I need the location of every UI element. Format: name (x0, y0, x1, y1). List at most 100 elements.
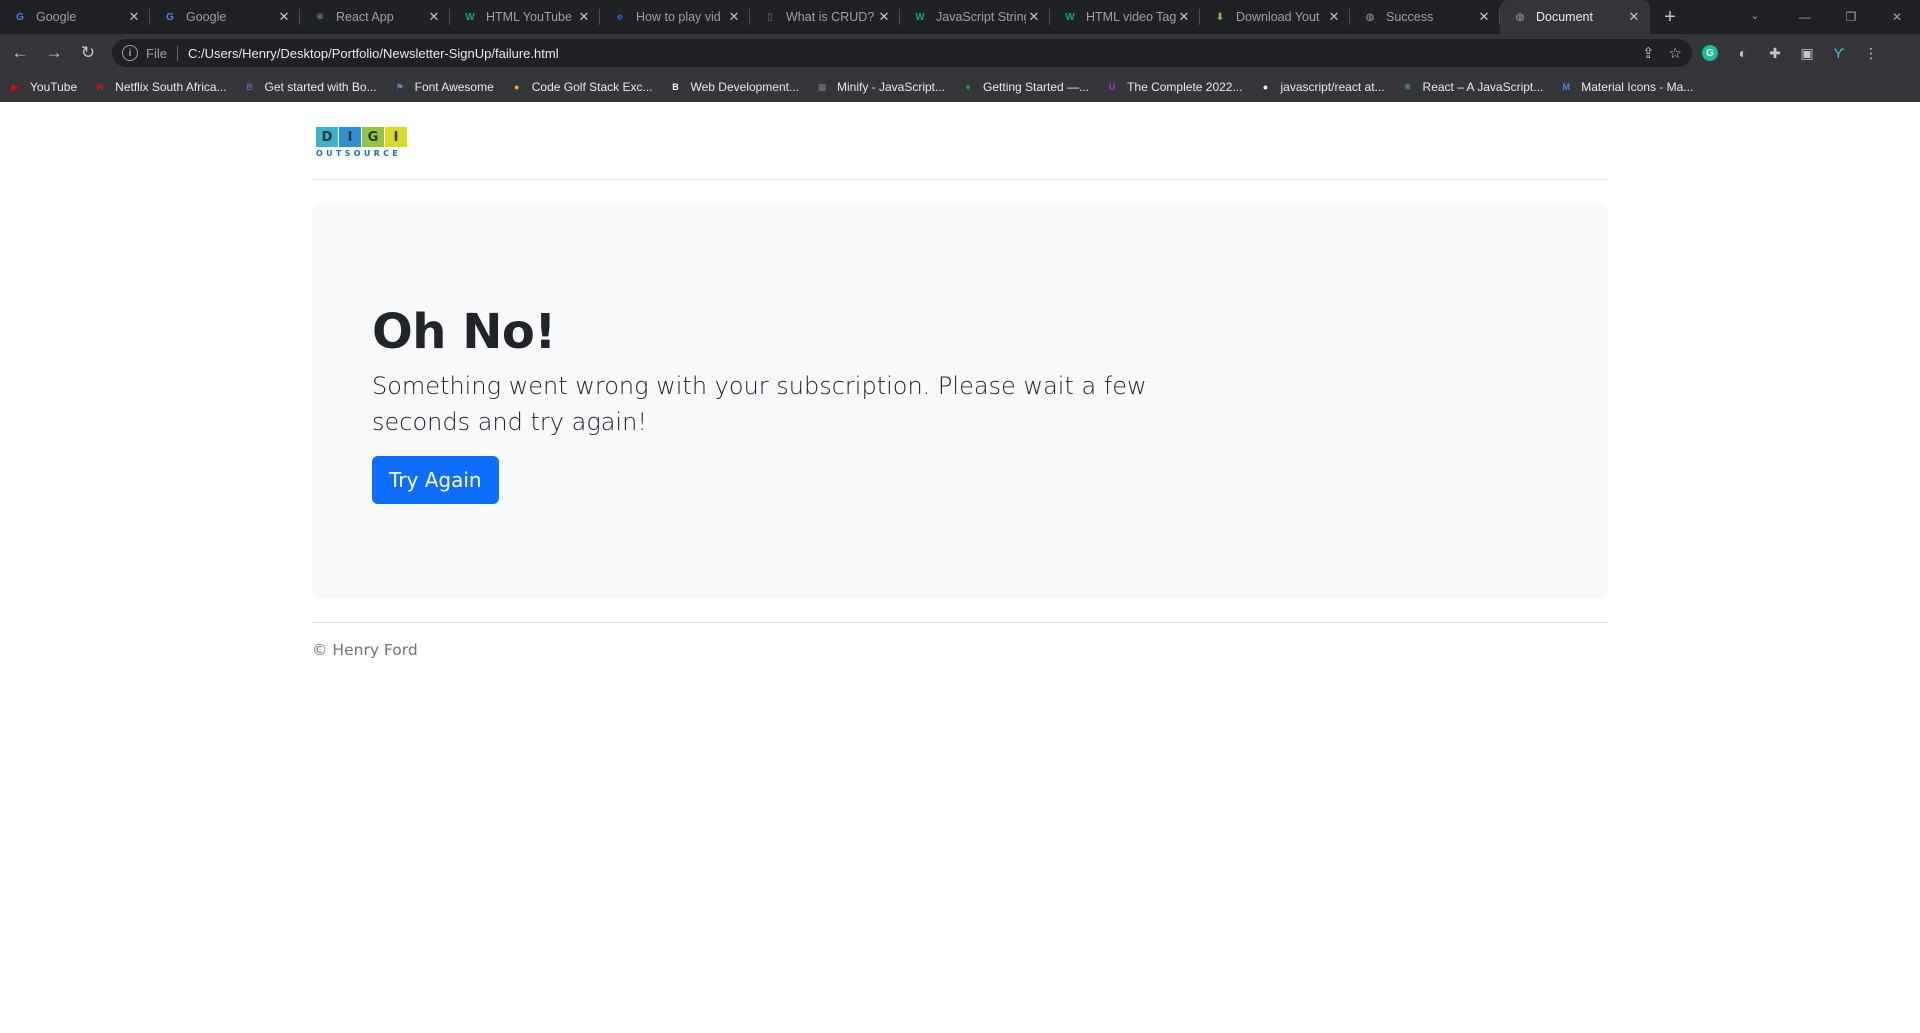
copyright-text: © Henry Ford (312, 641, 418, 659)
bookmark-label: Netflix South Africa... (115, 80, 227, 94)
tab-close-icon[interactable]: ✕ (1626, 9, 1642, 25)
tab-close-icon[interactable]: ✕ (426, 9, 442, 25)
bookmark-item[interactable]: ⚛ React – A JavaScript... (1401, 80, 1544, 94)
tab-close-icon[interactable]: ✕ (726, 9, 742, 25)
flag-icon: ⚑ (395, 81, 404, 92)
bookmark-item[interactable]: ● Code Golf Stack Exc... (510, 80, 652, 94)
browser-tab[interactable]: ▯ What is CRUD? ✕ (750, 0, 900, 34)
browser-tab[interactable]: ⬇ Download Yout ✕ (1200, 0, 1350, 34)
globe-icon: ◍ (1515, 11, 1525, 23)
digi-outsource-logo[interactable]: DIGI OUTSOURCE (316, 127, 408, 158)
tab-title: Download Yout (1236, 10, 1320, 24)
profile-icon[interactable]: ϒ (1826, 40, 1852, 66)
bookmark-star-icon[interactable]: ☆ (1669, 44, 1682, 62)
tab-title: Document (1536, 10, 1593, 24)
tab-close-icon[interactable]: ✕ (876, 9, 892, 25)
side-panel-icon[interactable]: ▣ (1794, 40, 1820, 66)
try-again-button[interactable]: Try Again (372, 456, 499, 504)
browser-tab[interactable]: G Google ✕ (150, 0, 300, 34)
browser-tab[interactable]: G Google ✕ (0, 0, 150, 34)
tab-title: HTML YouTube (486, 10, 572, 24)
bookmark-item[interactable]: ▶ YouTube (8, 80, 78, 94)
bookmark-item[interactable]: ⚑ Font Awesome (393, 80, 494, 94)
back-arrow-icon[interactable]: ← (6, 39, 34, 67)
logo-letters: DIGI (316, 127, 408, 147)
udemy-icon: U (1108, 82, 1116, 92)
tab-title: JavaScript String (936, 10, 1026, 24)
material-icon: M (1562, 82, 1571, 92)
bookmark-item[interactable]: U The Complete 2022... (1105, 80, 1243, 94)
globe-icon: ◍ (1365, 11, 1375, 23)
google-icon: G (16, 11, 24, 23)
address-bar[interactable]: i File C:/Users/Henry/Desktop/Portfolio/… (112, 39, 1692, 67)
minimize-icon[interactable]: — (1782, 0, 1828, 34)
tab-title: How to play vid (636, 10, 721, 24)
tab-close-icon[interactable]: ✕ (276, 9, 292, 25)
browser-tab[interactable]: ⚛ React App ✕ (300, 0, 450, 34)
tab-search-icon[interactable]: ⌄ (1740, 0, 1770, 30)
bookmark-item[interactable]: M Material Icons - Ma... (1559, 80, 1694, 94)
tab-close-icon[interactable]: ✕ (1326, 9, 1342, 25)
bookmark-item[interactable]: B Get started with Bo... (243, 80, 376, 94)
new-tab-button[interactable]: + (1654, 0, 1686, 34)
tab-close-icon[interactable]: ✕ (1026, 9, 1042, 25)
tab-list: G Google ✕ G Google ✕ ⚛ React App ✕ W HTML YouTube… (0, 0, 1650, 34)
window-controls: — ❐ ✕ (1782, 0, 1920, 34)
extension-icon[interactable]: ◐ (1730, 40, 1756, 66)
bookmark-label: Minify - JavaScript... (836, 80, 946, 94)
extension-area: G ◐ ✚ ▣ ϒ ⋮ (1702, 40, 1890, 66)
error-jumbotron: Oh No! Something went wrong with your su… (312, 204, 1608, 598)
info-icon[interactable]: i (122, 45, 138, 61)
close-window-icon[interactable]: ✕ (1874, 0, 1920, 34)
bookmark-label: React – A JavaScript... (1422, 80, 1544, 94)
bookmark-item[interactable]: B Web Development... (668, 80, 799, 94)
bookmark-label: Getting Started —... (983, 80, 1090, 94)
restore-icon[interactable]: ❐ (1828, 0, 1874, 34)
browser-tab[interactable]: W JavaScript String ✕ (900, 0, 1050, 34)
logo-letter: I (339, 127, 361, 147)
bookmark-item[interactable]: ♦ Getting Started —... (961, 80, 1089, 94)
url-scheme: File (146, 45, 178, 61)
browser-tab[interactable]: W HTML video Tag ✕ (1050, 0, 1200, 34)
react-icon: ⚛ (1403, 81, 1412, 92)
menu-icon[interactable]: ⋮ (1858, 40, 1884, 66)
mongodb-icon: ♦ (965, 82, 971, 92)
browser-tab[interactable]: e How to play vid ✕ (600, 0, 750, 34)
bookmark-item[interactable]: ▦ Minify - JavaScript... (815, 80, 945, 94)
tab-title: React App (336, 10, 394, 24)
browser-tab[interactable]: ◍ Document ✕ (1500, 0, 1650, 34)
browser-tab[interactable]: ◍ Success ✕ (1350, 0, 1500, 34)
bookmark-label: The Complete 2022... (1127, 80, 1243, 94)
github-icon: ● (1262, 82, 1269, 92)
bookmark-item[interactable]: ● javascript/react at... (1258, 80, 1385, 94)
site-footer: © Henry Ford (312, 622, 1608, 659)
tab-close-icon[interactable]: ✕ (1176, 9, 1192, 25)
w3schools-icon: W (465, 11, 475, 23)
react-icon: ⚛ (315, 11, 325, 23)
tab-title: What is CRUD? (786, 10, 875, 24)
udemy-icon: B (672, 82, 679, 92)
grammarly-icon[interactable]: G (1702, 45, 1718, 61)
tab-close-icon[interactable]: ✕ (126, 9, 142, 25)
tab-close-icon[interactable]: ✕ (576, 9, 592, 25)
medal-icon: ● (514, 82, 520, 92)
bookmark-label: YouTube (30, 80, 78, 94)
puzzle-icon[interactable]: ✚ (1762, 40, 1788, 66)
share-icon[interactable]: ⇪ (1642, 44, 1655, 62)
site-header: DIGI OUTSOURCE (312, 102, 1608, 180)
reload-icon[interactable]: ↻ (74, 39, 102, 67)
url-text[interactable]: C:/Users/Henry/Desktop/Portfolio/Newslet… (188, 46, 1628, 61)
minify-icon: ▦ (817, 81, 827, 92)
forward-arrow-icon[interactable]: → (40, 39, 68, 67)
bookmark-item[interactable]: N Netflix South Africa... (93, 80, 227, 94)
tab-strip: G Google ✕ G Google ✕ ⚛ React App ✕ W HTML YouTube… (0, 0, 1920, 34)
netflix-icon: N (96, 82, 104, 92)
browser-tab[interactable]: W HTML YouTube ✕ (450, 0, 600, 34)
google-icon: G (166, 11, 174, 23)
browser-toolbar: ← → ↻ i File C:/Users/Henry/Desktop/Port… (0, 34, 1920, 72)
tab-title: Google (186, 10, 227, 24)
download-icon: ⬇ (1215, 11, 1225, 23)
bookmark-label: Material Icons - Ma... (1581, 80, 1694, 94)
bootstrap-icon: B (246, 82, 253, 92)
tab-close-icon[interactable]: ✕ (1476, 9, 1492, 25)
